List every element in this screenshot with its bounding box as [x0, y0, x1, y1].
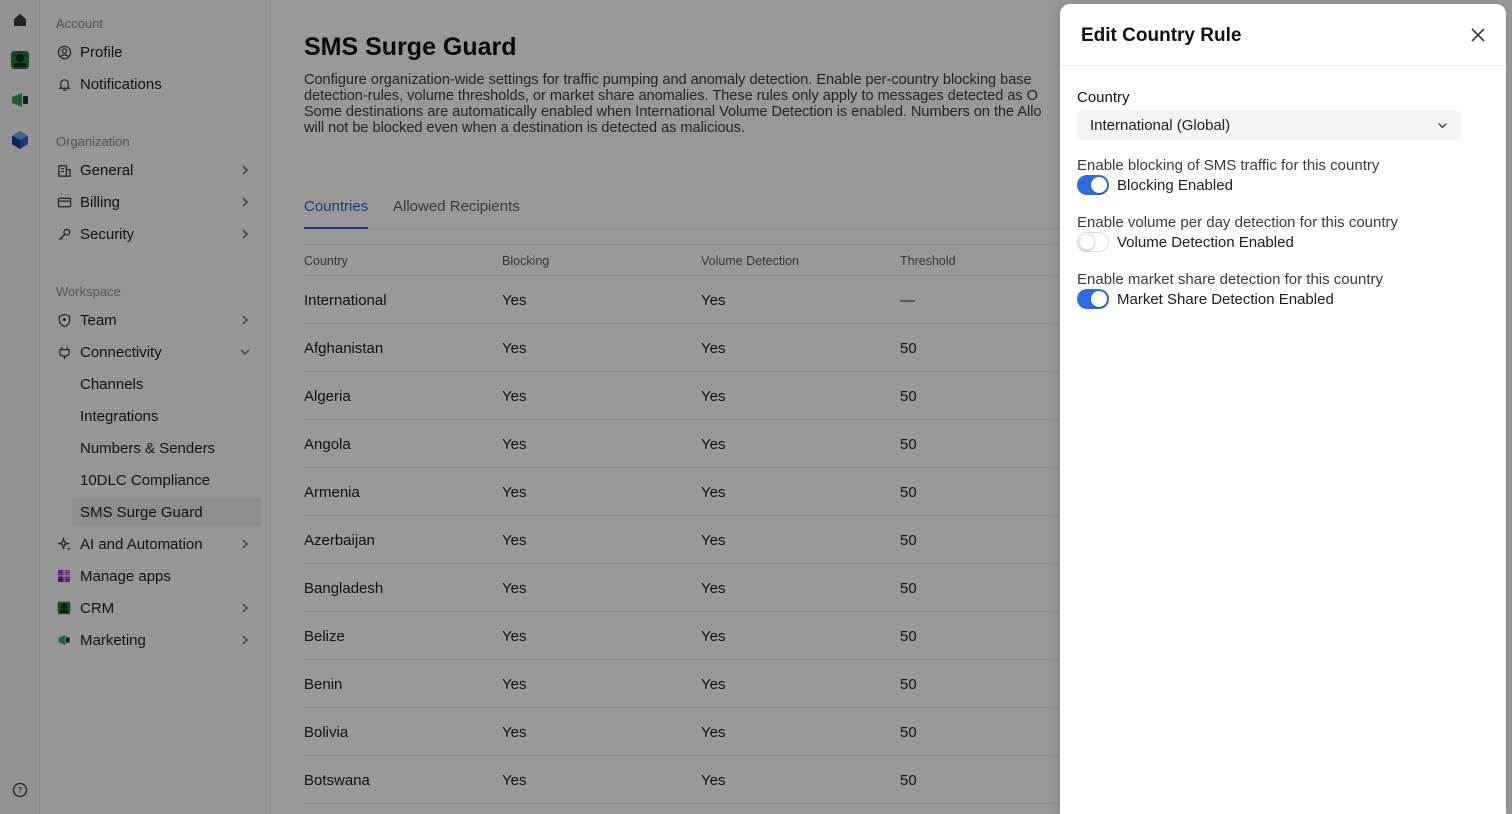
country-select-value: International (Global): [1090, 116, 1231, 134]
option-description: Enable volume per day detection for this…: [1077, 214, 1399, 231]
option-volume-detection: Enable volume per day detection for this…: [1077, 214, 1477, 252]
edit-country-rule-drawer: Edit Country Rule Country International …: [1060, 4, 1506, 814]
country-label: Country: [1077, 89, 1130, 106]
option-label: Blocking Enabled: [1117, 176, 1233, 194]
blocking-toggle[interactable]: [1077, 175, 1109, 195]
option-description: Enable market share detection for this c…: [1077, 271, 1383, 288]
close-icon: [1471, 28, 1485, 42]
option-label: Volume Detection Enabled: [1117, 233, 1294, 251]
option-label: Market Share Detection Enabled: [1117, 290, 1334, 308]
option-description: Enable blocking of SMS traffic for this …: [1077, 157, 1380, 174]
drawer-title: Edit Country Rule: [1081, 25, 1242, 46]
option-market-share: Enable market share detection for this c…: [1077, 271, 1477, 309]
drawer-header: Edit Country Rule: [1060, 4, 1506, 66]
country-select[interactable]: International (Global): [1077, 110, 1461, 140]
chevron-down-icon: [1436, 119, 1449, 136]
volume-detection-toggle[interactable]: [1077, 232, 1109, 252]
option-blocking: Enable blocking of SMS traffic for this …: [1077, 157, 1477, 195]
market-share-toggle[interactable]: [1077, 289, 1109, 309]
close-button[interactable]: [1468, 25, 1488, 45]
